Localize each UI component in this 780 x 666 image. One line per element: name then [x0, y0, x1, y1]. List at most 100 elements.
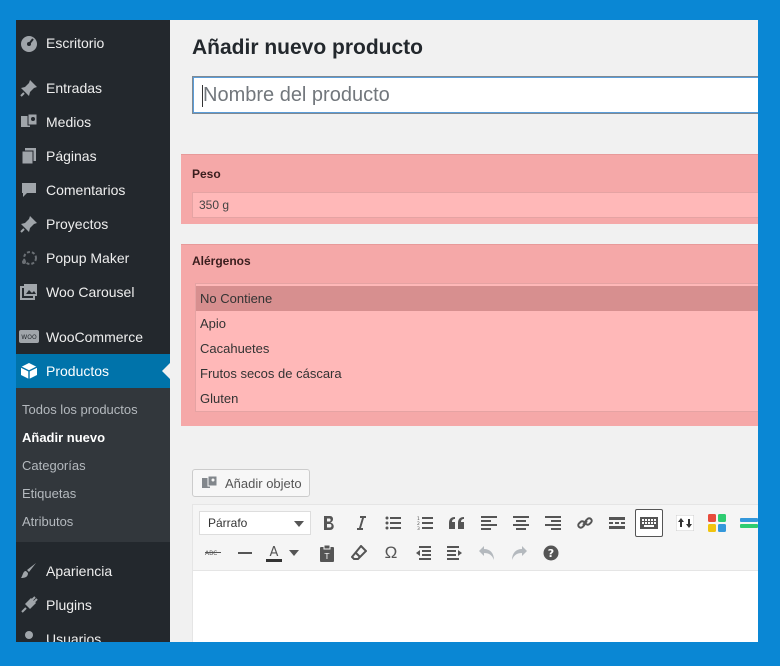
sidebar-item-label: WooCommerce — [46, 329, 143, 345]
sidebar-item-label: Medios — [46, 114, 92, 130]
gallery-icon — [19, 282, 39, 302]
sidebar-item-productos[interactable]: Productos — [16, 354, 170, 388]
alergeno-option[interactable]: No Contiene — [196, 286, 758, 311]
quote-icon — [449, 517, 464, 529]
productos-submenu: Todos los productos Añadir nuevo Categor… — [16, 388, 170, 542]
submenu-item-etiquetas[interactable]: Etiquetas — [22, 486, 76, 501]
align-left-button[interactable] — [475, 509, 503, 537]
alergeno-option[interactable]: Cacahuetes — [196, 336, 758, 361]
sidebar-item-label: Proyectos — [46, 216, 109, 232]
align-right-button[interactable] — [539, 509, 567, 537]
editor-content-area[interactable] — [193, 571, 758, 642]
read-more-icon — [609, 517, 625, 529]
add-media-button[interactable]: Añadir objeto — [192, 469, 310, 497]
clear-formatting-button[interactable] — [345, 539, 373, 567]
sidebar-item-plugins[interactable]: Plugins — [16, 588, 170, 622]
sidebar-item-woo-carousel[interactable]: Woo Carousel — [16, 275, 170, 309]
align-center-button[interactable] — [507, 509, 535, 537]
clipboard-icon: T — [320, 544, 334, 562]
user-icon — [19, 629, 39, 642]
peso-label: Peso — [192, 167, 221, 181]
toolbar-toggle-button[interactable] — [635, 509, 663, 537]
submenu-item-anadir-nuevo[interactable]: Añadir nuevo — [22, 430, 105, 445]
bold-button[interactable] — [315, 509, 343, 537]
numbered-list-button[interactable]: 123 — [411, 509, 439, 537]
pages-icon — [19, 146, 39, 166]
help-icon: ? — [543, 545, 559, 561]
redo-button[interactable] — [505, 539, 533, 567]
admin-sidebar: Escritorio Entradas Medios Páginas Comen… — [16, 20, 170, 642]
submenu-item-todos[interactable]: Todos los productos — [22, 402, 138, 417]
sort-button[interactable] — [671, 509, 699, 537]
paste-text-button[interactable]: T — [313, 539, 341, 567]
chevron-down-icon — [294, 521, 304, 527]
popup-icon — [19, 248, 39, 268]
sidebar-item-label: Productos — [46, 363, 110, 379]
text-color-dropdown[interactable] — [287, 539, 301, 567]
format-select[interactable]: Párrafo — [199, 511, 311, 535]
outdent-button[interactable] — [409, 539, 437, 567]
blockquote-button[interactable] — [443, 509, 471, 537]
bullet-list-icon — [385, 516, 401, 530]
page-title: Añadir nuevo producto — [192, 36, 423, 59]
color-grid-button[interactable] — [703, 509, 731, 537]
sidebar-item-label: Escritorio — [46, 35, 105, 51]
alergenos-select[interactable]: No Contiene Apio Cacahuetes Frutos secos… — [195, 283, 758, 412]
content-editor: Párrafo 123 ABC A T Ω ? — [192, 504, 758, 642]
main-content: Añadir nuevo producto Nombre del product… — [170, 20, 758, 642]
peso-value: 350 g — [199, 198, 230, 212]
peso-field[interactable]: 350 g — [192, 192, 758, 218]
sidebar-item-popup-maker[interactable]: Popup Maker — [16, 241, 170, 275]
link-icon — [577, 517, 593, 529]
svg-text:ABC: ABC — [205, 550, 217, 557]
strikethrough-button[interactable]: ABC — [199, 539, 227, 567]
special-character-button[interactable]: Ω — [377, 539, 405, 567]
text-color-button[interactable]: A — [263, 539, 285, 567]
alergenos-metabox: Alérgenos No Contiene Apio Cacahuetes Fr… — [181, 244, 758, 426]
help-button[interactable]: ? — [537, 539, 565, 567]
sidebar-item-usuarios[interactable]: Usuarios — [16, 622, 170, 642]
up-down-arrows-icon — [676, 515, 694, 531]
bullet-list-button[interactable] — [379, 509, 407, 537]
dashboard-icon — [19, 33, 39, 53]
redo-icon — [512, 546, 527, 560]
omega-icon: Ω — [384, 543, 398, 562]
sidebar-item-label: Usuarios — [46, 631, 102, 642]
italic-button[interactable] — [347, 509, 375, 537]
sidebar-item-proyectos[interactable]: Proyectos — [16, 207, 170, 241]
alergenos-label: Alérgenos — [192, 254, 251, 268]
undo-button[interactable] — [473, 539, 501, 567]
alergeno-option[interactable]: Gluten — [196, 386, 758, 411]
pin-icon — [19, 78, 39, 98]
sidebar-item-label: Comentarios — [46, 182, 126, 198]
svg-text:?: ? — [548, 547, 554, 560]
sidebar-item-label: Páginas — [46, 148, 97, 164]
alergeno-option[interactable]: Frutos secos de cáscara — [196, 361, 758, 386]
horizontal-line-button[interactable] — [231, 539, 259, 567]
indent-button[interactable] — [441, 539, 469, 567]
svg-text:3: 3 — [417, 526, 420, 530]
sidebar-item-entradas[interactable]: Entradas — [16, 71, 170, 105]
sidebar-item-escritorio[interactable]: Escritorio — [16, 26, 170, 60]
submenu-item-categorias[interactable]: Categorías — [22, 458, 86, 473]
sidebar-item-woocommerce[interactable]: WOO WooCommerce — [16, 320, 170, 354]
sidebar-item-label: Woo Carousel — [46, 284, 135, 300]
sidebar-item-comentarios[interactable]: Comentarios — [16, 173, 170, 207]
sidebar-item-label: Apariencia — [46, 563, 113, 579]
product-name-input[interactable]: Nombre del producto — [192, 76, 758, 114]
sidebar-item-medios[interactable]: Medios — [16, 105, 170, 139]
align-right-icon — [545, 516, 561, 530]
sidebar-item-paginas[interactable]: Páginas — [16, 139, 170, 173]
align-center-icon — [513, 516, 529, 530]
layout-button[interactable] — [735, 509, 758, 537]
alergeno-option[interactable]: Apio — [196, 311, 758, 336]
insert-link-button[interactable] — [571, 509, 599, 537]
cube-icon — [19, 361, 39, 381]
align-left-icon — [481, 516, 497, 530]
peso-metabox: Peso 350 g — [181, 154, 758, 224]
brush-icon — [19, 561, 39, 581]
read-more-button[interactable] — [603, 509, 631, 537]
undo-icon — [479, 546, 494, 560]
submenu-item-atributos[interactable]: Atributos — [22, 514, 73, 529]
sidebar-item-apariencia[interactable]: Apariencia — [16, 554, 170, 588]
